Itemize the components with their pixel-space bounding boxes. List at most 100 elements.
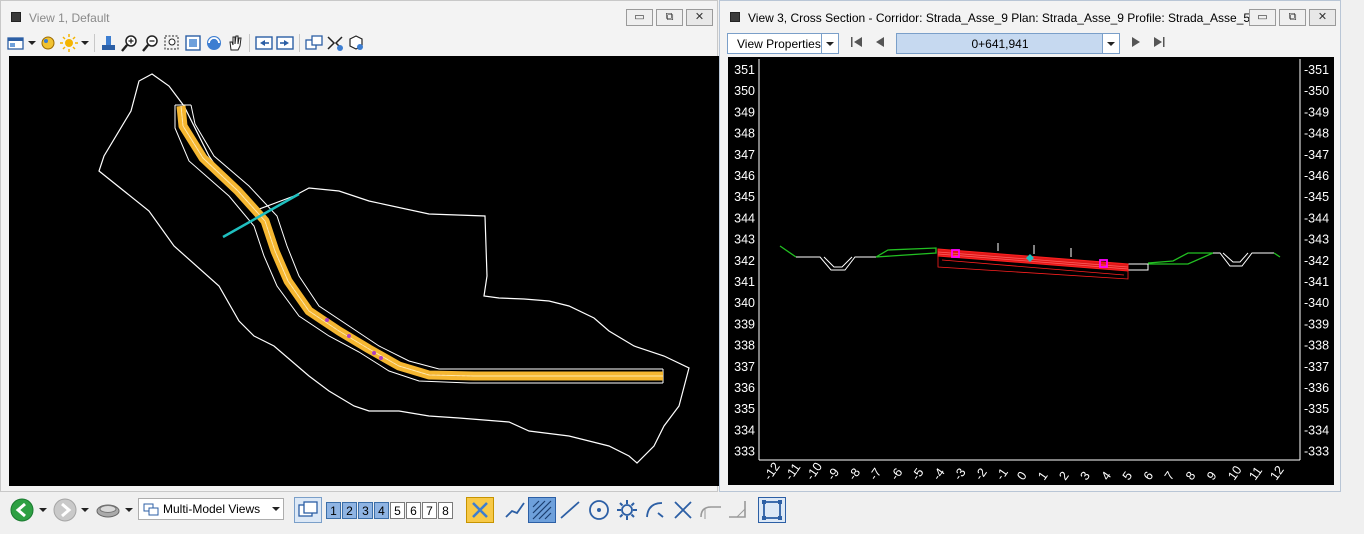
view-toggle-5[interactable]: 5 — [390, 502, 405, 519]
clip-mask-icon[interactable] — [347, 34, 365, 52]
element-selection-icon[interactable] — [466, 497, 494, 523]
trim-tool-icon[interactable] — [670, 497, 696, 523]
fill-pattern-icon[interactable] — [528, 497, 556, 523]
y-tick-label-left: 333 — [734, 445, 755, 459]
update-view-icon[interactable] — [100, 34, 118, 52]
x-tick-label: 8 — [1183, 469, 1198, 483]
view-toggle-8[interactable]: 8 — [438, 502, 453, 519]
display-style-button[interactable] — [39, 34, 57, 52]
rotate-view-icon[interactable] — [205, 34, 223, 52]
view-toggle-2[interactable]: 2 — [342, 502, 357, 519]
y-axis-left: 351 350 349 348 347 346 345 344 343 342 341 340 339 3… — [734, 63, 755, 459]
cross-section-drawing: 3513503493483473463453443433423413403393… — [734, 59, 1329, 483]
chamfer-tool-icon[interactable] — [726, 497, 752, 523]
toolbar-divider — [249, 34, 250, 52]
close-button[interactable]: ✕ — [1309, 9, 1336, 26]
close-button[interactable]: ✕ — [686, 9, 713, 26]
fence-tool-icon[interactable] — [758, 497, 786, 523]
ground-right-slope — [1147, 252, 1214, 265]
gear-icon[interactable] — [614, 497, 640, 523]
minimize-button[interactable]: ▭ — [1249, 9, 1276, 26]
close-icon: ✕ — [694, 11, 705, 23]
view3-window[interactable]: View 3, Cross Section - Corridor: Strada… — [719, 0, 1341, 492]
model-disc-icon[interactable] — [94, 497, 122, 523]
forward-arrow-icon[interactable] — [52, 497, 78, 523]
y-tick-label-right: -341 — [1304, 275, 1329, 289]
chevron-down-icon[interactable] — [80, 497, 90, 523]
view-toggle-7[interactable]: 7 — [422, 502, 437, 519]
chevron-down-icon[interactable] — [124, 497, 134, 523]
chevron-down-icon[interactable] — [1102, 34, 1119, 53]
restore-button[interactable]: ⧉ — [1279, 9, 1306, 26]
line-tool-icon[interactable] — [558, 497, 582, 523]
last-station-icon[interactable] — [1152, 36, 1166, 51]
x-tick-label: 9 — [1204, 469, 1219, 483]
y-tick-label-left: 336 — [734, 381, 755, 395]
y-tick-label-left: 343 — [734, 233, 755, 247]
y-tick-label-left: 340 — [734, 296, 755, 310]
chevron-down-icon[interactable] — [38, 497, 48, 523]
view-properties-dropdown[interactable]: View Properties — [727, 33, 839, 54]
y-tick-label-right: -335 — [1304, 402, 1329, 416]
chevron-down-icon[interactable] — [272, 505, 280, 514]
corridor-end — [175, 104, 664, 383]
window-area-icon[interactable] — [163, 34, 181, 52]
view1-plan-canvas[interactable] — [9, 56, 719, 486]
x-tick-label: 4 — [1099, 469, 1114, 483]
restore-button[interactable]: ⧉ — [656, 9, 683, 26]
view-toggle-4[interactable]: 4 — [374, 502, 389, 519]
chevron-down-icon[interactable] — [821, 34, 838, 53]
line-string-icon[interactable] — [502, 497, 528, 523]
x-tick-label: 1 — [1035, 469, 1050, 483]
close-icon: ✕ — [1317, 11, 1328, 23]
bottom-toolbar: Multi-Model Views 12345678 — [0, 494, 1364, 534]
view-toggle-3[interactable]: 3 — [358, 502, 373, 519]
corridor-outer-left — [174, 105, 663, 384]
copy-view-icon[interactable] — [305, 34, 323, 52]
view-toggle-6[interactable]: 6 — [406, 502, 421, 519]
view1-titlebar[interactable]: View 1, Default ▭ ⧉ ✕ — [1, 1, 717, 33]
back-arrow-icon[interactable] — [8, 497, 36, 523]
previous-station-icon[interactable] — [874, 36, 886, 51]
y-tick-label-left: 349 — [734, 105, 755, 119]
view-toggle-1[interactable]: 1 — [326, 502, 341, 519]
cross-section-canvas[interactable]: 351 350 349 348 347 346 345 344 343 342 341 340 339 3… — [728, 57, 1334, 485]
ditch-left — [796, 256, 876, 271]
view-next-icon[interactable] — [276, 34, 294, 52]
view-previous-icon[interactable] — [255, 34, 273, 52]
minimize-button[interactable]: ▭ — [626, 9, 653, 26]
y-tick-label-left: 341 — [734, 275, 755, 289]
y-tick-label-left: 347 — [734, 148, 755, 162]
x-tick-label: -9 — [824, 466, 842, 483]
x-tick-label: 10 — [1225, 463, 1244, 482]
view-properties-label: View Properties — [737, 37, 821, 51]
next-station-icon[interactable] — [1130, 36, 1142, 51]
lighting-sun-icon[interactable] — [60, 34, 78, 52]
x-tick-label: 11 — [1246, 464, 1265, 483]
y-tick-label-right: -347 — [1304, 148, 1329, 162]
chevron-down-icon[interactable] — [81, 34, 89, 52]
zoom-out-icon[interactable] — [142, 34, 160, 52]
station-selector[interactable]: 0+641,941 — [896, 33, 1120, 54]
x-tick-label: -5 — [909, 466, 927, 483]
chevron-down-icon[interactable] — [28, 34, 36, 52]
y-tick-label-left: 345 — [734, 190, 755, 204]
arc-tool-icon[interactable] — [642, 497, 668, 523]
x-tick-label: 5 — [1120, 469, 1135, 483]
view-groups-button[interactable] — [294, 497, 322, 523]
x-tick-label: -12 — [761, 460, 783, 483]
first-station-icon[interactable] — [850, 36, 864, 51]
toolbar-divider — [94, 34, 95, 52]
y-tick-label-left: 350 — [734, 84, 755, 98]
fit-view-icon[interactable] — [184, 34, 202, 52]
clip-volume-icon[interactable] — [326, 34, 344, 52]
y-tick-label-right: -342 — [1304, 254, 1329, 268]
zoom-in-icon[interactable] — [121, 34, 139, 52]
fillet-tool-icon[interactable] — [698, 497, 724, 523]
circle-tool-icon[interactable] — [586, 497, 612, 523]
model-views-dropdown[interactable]: Multi-Model Views — [138, 498, 284, 520]
pan-view-hand-icon[interactable] — [226, 34, 244, 52]
view3-titlebar[interactable]: View 3, Cross Section - Corridor: Strada… — [720, 1, 1340, 33]
view1-window[interactable]: View 1, Default ▭ ⧉ ✕ — [0, 0, 719, 492]
view-attributes-button[interactable] — [7, 34, 25, 52]
